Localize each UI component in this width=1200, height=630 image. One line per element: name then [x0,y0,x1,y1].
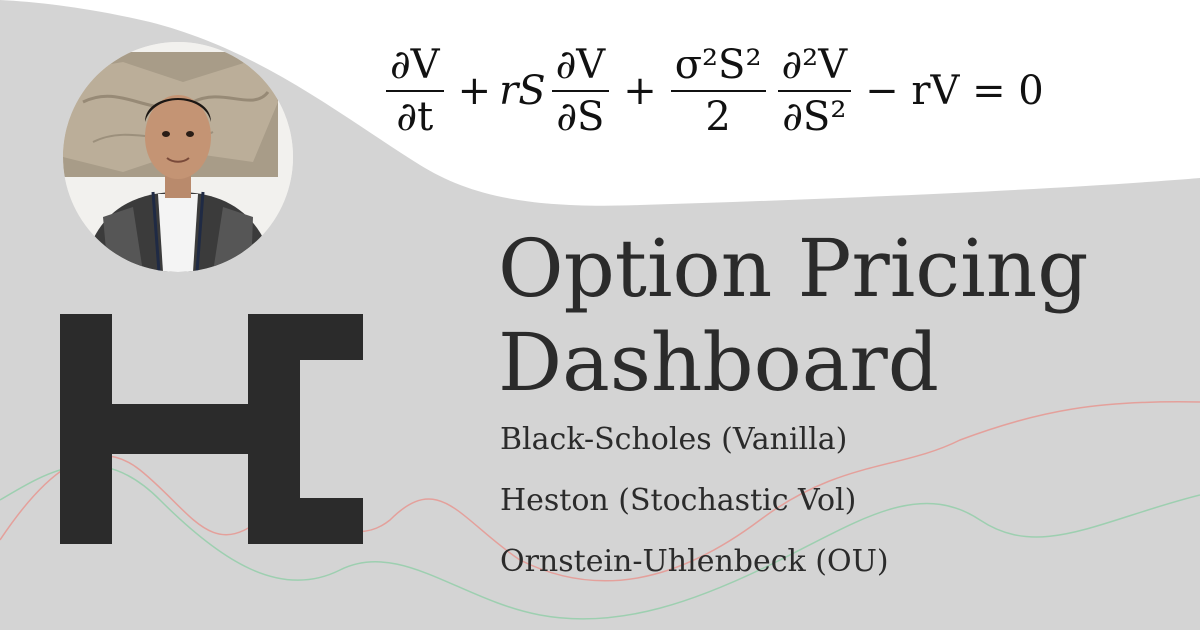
fraction-dv-dt: ∂V ∂t [386,44,444,138]
term4-denominator: ∂S² [782,94,847,140]
title-line-2: Dashboard [498,316,939,409]
fraction-dv-ds: ∂V ∂S [551,42,610,140]
term2-numerator: ∂V [555,42,606,88]
term3-numerator: σ²S² [674,42,762,88]
term1-numerator: ∂V [390,42,440,88]
page-title: Option Pricing Dashboard [498,222,1178,410]
plus-sign-1: + [457,68,492,114]
model-ornstein-uhlenbeck: Ornstein-Uhlenbeck (OU) [500,544,889,579]
term3-denominator: 2 [705,94,731,140]
model-list: Black-Scholes (Vanilla) Heston (Stochast… [500,418,1140,601]
model-heston: Heston (Stochastic Vol) [500,483,857,518]
he-monogram-logo [60,314,363,544]
profile-photo [63,42,293,272]
plus-sign-2: + [623,68,657,114]
term2-denominator: ∂S [556,94,605,140]
avatar [63,42,293,272]
title-line-1: Option Pricing [498,222,1089,315]
term1-denominator: ∂t [396,94,434,140]
model-black-scholes: Black-Scholes (Vanilla) [500,422,848,457]
term2-coefficient: rS [499,68,546,114]
black-scholes-pde: ∂V ∂t + rS ∂V ∂S + σ²S² 2 ∂²V ∂S² − rV =… [380,26,1160,156]
term4-numerator: ∂²V [781,42,848,88]
hero-banner: ∂V ∂t + rS ∂V ∂S + σ²S² 2 ∂²V ∂S² − rV =… [0,0,1200,630]
fraction-sigma: σ²S² 2 [670,42,766,140]
formula-tail: − rV = 0 [865,68,1044,114]
fraction-d2v-ds2: ∂²V ∂S² [777,42,852,140]
